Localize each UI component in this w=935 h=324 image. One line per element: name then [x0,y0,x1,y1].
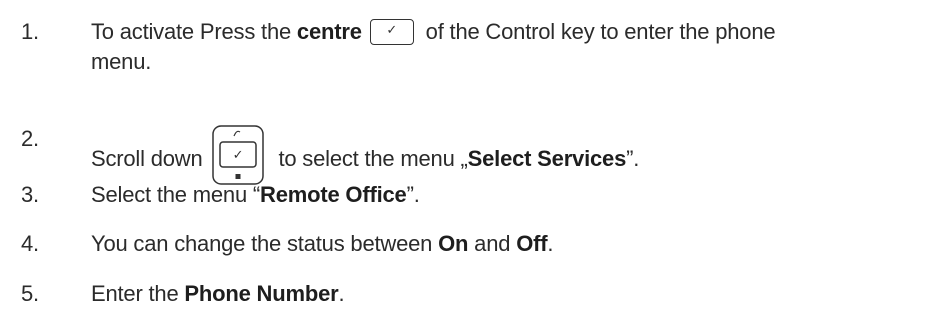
step-bold-text: centre [296,19,362,44]
step-text-part: Scroll down [91,146,203,171]
ok-check-key-icon: ✓ [369,19,414,45]
step-text-part: to select the menu „ [272,146,468,171]
svg-text:✓: ✓ [232,148,243,163]
step-bold-text: Select Services [467,146,627,171]
step-2: 2. Scroll down ✓ to select the menu „Sel… [0,124,935,185]
step-5: 5. Enter the Phone Number. [0,279,935,309]
step-4: 4. You can change the status between On … [0,229,935,259]
step-text-part: ”. [626,146,640,171]
step-text: To activate Press the centre ✓ of the Con… [91,17,926,77]
step-text-part: To activate Press the [91,19,297,44]
step-text-part: . [338,281,345,306]
step-text-part: ”. [406,182,420,207]
step-text-part: Select the menu “ [91,182,261,207]
step-text: You can change the status between On and… [91,229,926,259]
step-number: 1. [21,19,39,44]
step-number: 3. [21,182,39,207]
step-number: 4. [21,231,39,256]
step-text: Scroll down ✓ to select the menu „Select… [91,124,926,186]
step-bold-text: Phone Number [184,281,339,306]
step-text-part: You can change the status between [91,231,439,256]
step-bold-text: Remote Office [260,182,407,207]
step-text-part: . [547,231,554,256]
step-text: Enter the Phone Number. [91,279,926,309]
step-text: Select the menu “Remote Office”. [91,180,926,210]
navigation-key-icon: ✓ [211,124,265,186]
step-3: 3. Select the menu “Remote Office”. [0,180,935,210]
step-bold-text: On [438,231,469,256]
step-bold-text: Off [516,231,548,256]
step-number: 5. [21,281,39,306]
step-1: 1. To activate Press the centre ✓ of the … [0,17,935,77]
step-text-part: menu. [91,49,152,74]
step-text-part: of the Control key to enter the phone [419,19,776,44]
step-text-part: Enter the [91,281,185,306]
step-text-part: and [468,231,517,256]
instruction-steps: 1. To activate Press the centre ✓ of the … [0,0,935,324]
step-number: 2. [21,126,39,151]
